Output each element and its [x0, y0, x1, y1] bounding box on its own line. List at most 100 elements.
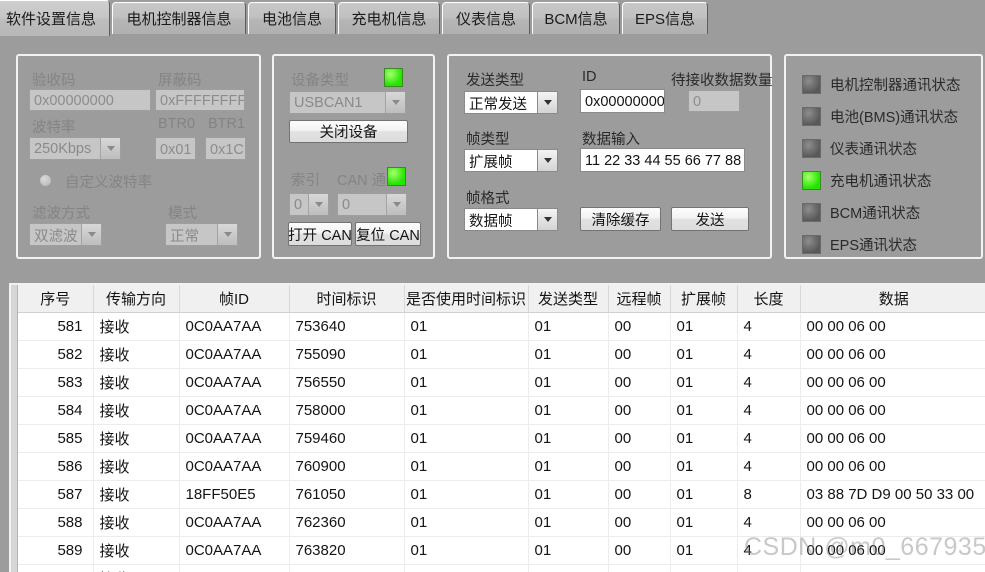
baud-rate-select[interactable]: 250Kbps [29, 137, 121, 160]
btr0-input[interactable]: 0x01 [155, 137, 196, 160]
device-type-select[interactable]: USBCAN1 [289, 91, 406, 114]
chevron-down-icon[interactable] [81, 224, 101, 245]
index-select[interactable]: 0 [289, 193, 329, 216]
column-header-4[interactable]: 是否使用时间标识 [404, 285, 529, 313]
custom-baud-radio[interactable] [39, 174, 52, 187]
cell-3: 758000 [289, 396, 405, 425]
table-row[interactable]: 585 接收 0C0AA7AA 759460 01 01 00 01 4 00 00 06 00 [18, 424, 985, 453]
table-row[interactable]: 590接收0C0AA7AA76527001010001400 00 06 00 [18, 564, 985, 572]
mask-code-input[interactable]: 0xFFFFFFFF [155, 89, 245, 111]
frame-id-input[interactable]: 0x00000000 [580, 89, 665, 113]
table-row[interactable]: 582 接收 0C0AA7AA 755090 01 01 00 01 4 00 00 06 00 [18, 340, 985, 369]
frame-format-select[interactable]: 数据帧 [464, 208, 558, 231]
cell-9: 00 00 06 00 [800, 368, 985, 397]
cell-4: 01 [404, 368, 529, 397]
cell-4: 01 [404, 564, 529, 572]
tab-label: BCM信息 [544, 11, 608, 28]
cell-7: 01 [670, 396, 738, 425]
column-header-label: 序号 [40, 291, 71, 308]
chevron-down-icon[interactable] [385, 92, 405, 113]
can-channel-select[interactable]: 0 [337, 193, 407, 216]
table-row[interactable]: 586 接收 0C0AA7AA 760900 01 01 00 01 4 00 00 06 00 [18, 452, 985, 481]
table-row[interactable]: 584 接收 0C0AA7AA 758000 01 01 00 01 4 00 00 06 00 [18, 396, 985, 425]
chevron-down-icon[interactable] [537, 92, 557, 113]
column-header-label: 扩展帧 [680, 291, 726, 308]
close-device-button[interactable]: 关闭设备 [289, 120, 408, 143]
mask-code-label: 屏蔽码 [158, 73, 202, 89]
chevron-down-icon[interactable] [100, 138, 120, 159]
table-row[interactable]: 581 接收 0C0AA7AA 753640 01 01 00 01 4 00 00 06 00 [18, 312, 985, 341]
cell-7: 01 [670, 564, 738, 572]
cell-4: 01 [404, 536, 529, 565]
table-row[interactable]: 587 接收 18FF50E5 761050 01 01 00 01 8 03 88 7D D9 … [18, 480, 985, 509]
can-config-groupbox: 验收码 0x00000000 屏蔽码 0xFFFFFFFF 波特率 250Kbp… [16, 54, 261, 259]
tab-3[interactable]: 充电机信息 [338, 2, 440, 34]
table-row[interactable]: 583 接收 0C0AA7AA 756550 01 01 00 01 4 00 00 06 00 [18, 368, 985, 397]
clear-buffer-button[interactable]: 清除缓存 [580, 207, 661, 231]
send-button[interactable]: 发送 [671, 207, 749, 231]
cell-7: 01 [670, 424, 738, 453]
data-input-field[interactable]: 11 22 33 44 55 66 77 88 [580, 148, 745, 172]
open-can-button[interactable]: 打开 CAN [288, 222, 352, 246]
cell-4: 01 [404, 424, 529, 453]
cell-8: 4 [737, 368, 801, 397]
row-gutter [11, 285, 18, 572]
frame-type-select[interactable]: 扩展帧 [464, 149, 558, 172]
tab-6[interactable]: EPS信息 [622, 2, 708, 34]
btr1-input[interactable]: 0x1C [205, 137, 246, 160]
chevron-down-icon[interactable] [386, 194, 406, 215]
comm-status-label: EPS通讯状态 [830, 237, 918, 254]
comm-status-item-3: 充电机通讯状态 [802, 164, 961, 196]
cell-9: 00 00 06 00 [800, 424, 985, 453]
cell-2: 0C0AA7AA [179, 536, 290, 565]
column-header-8[interactable]: 长度 [737, 285, 801, 313]
column-header-2[interactable]: 帧ID [179, 285, 290, 313]
column-header-9[interactable]: 数据 [800, 285, 985, 313]
cell-7: 01 [670, 368, 738, 397]
cell-5: 01 [528, 564, 609, 572]
tab-2[interactable]: 电池信息 [248, 2, 336, 34]
tab-0[interactable]: 软件设置信息 [0, 0, 110, 36]
cell-1: 接收 [93, 536, 180, 565]
tab-5[interactable]: BCM信息 [532, 2, 620, 34]
chevron-down-icon[interactable] [217, 224, 237, 245]
cell-4: 01 [404, 312, 529, 341]
chevron-down-icon[interactable] [537, 209, 557, 230]
comm-status-item-5: EPS通讯状态 [802, 228, 961, 260]
tab-4[interactable]: 仪表信息 [442, 2, 530, 34]
cell-2: 0C0AA7AA [179, 340, 290, 369]
chevron-down-icon[interactable] [537, 150, 557, 171]
cell-8: 4 [737, 536, 801, 565]
cell-5: 01 [528, 536, 609, 565]
chevron-down-icon[interactable] [308, 194, 328, 215]
acceptance-code-input[interactable]: 0x00000000 [29, 89, 151, 111]
table-row[interactable]: 589 接收 0C0AA7AA 763820 01 01 00 01 4 00 00 06 00 [18, 536, 985, 565]
mode-label: 模式 [168, 206, 197, 222]
table-header-row: 序号 传输方向 帧ID 时间标识 是否使用时间标识 发送类型 远程帧 扩展帧 长度 数据 [18, 285, 985, 313]
cell-7: 01 [670, 340, 738, 369]
send-type-select[interactable]: 正常发送 [464, 91, 558, 114]
cell-8: 4 [737, 452, 801, 481]
comm-status-label: BCM通讯状态 [830, 205, 921, 222]
can-message-table-container: 序号 传输方向 帧ID 时间标识 是否使用时间标识 发送类型 远程帧 扩展帧 长度 数据 581 接… [9, 283, 985, 572]
column-header-6[interactable]: 远程帧 [608, 285, 671, 313]
comm-status-groupbox: 电机控制器通讯状态 电池(BMS)通讯状态 仪表通讯状态 充电机通讯状态 BCM通讯状态… [784, 54, 983, 259]
column-header-0[interactable]: 序号 [18, 285, 94, 313]
column-header-3[interactable]: 时间标识 [289, 285, 405, 313]
table-row[interactable]: 588 接收 0C0AA7AA 762360 01 01 00 01 4 00 00 06 00 [18, 508, 985, 537]
column-header-7[interactable]: 扩展帧 [670, 285, 738, 313]
index-label: 索引 [291, 173, 320, 189]
cell-4: 01 [404, 396, 529, 425]
filter-mode-select[interactable]: 双滤波 [29, 223, 102, 246]
cell-5: 01 [528, 480, 609, 509]
device-status-led [384, 68, 403, 87]
cell-9: 00 00 06 00 [800, 536, 985, 565]
reset-can-button[interactable]: 复位 CAN [355, 222, 421, 246]
column-header-5[interactable]: 发送类型 [528, 285, 609, 313]
tab-1[interactable]: 电机控制器信息 [112, 2, 246, 34]
cell-2: 18FF50E5 [179, 480, 290, 509]
data-input-label: 数据输入 [582, 132, 640, 148]
column-header-1[interactable]: 传输方向 [93, 285, 180, 313]
mode-select[interactable]: 正常 [165, 223, 238, 246]
cell-9: 00 00 06 00 [800, 564, 985, 572]
